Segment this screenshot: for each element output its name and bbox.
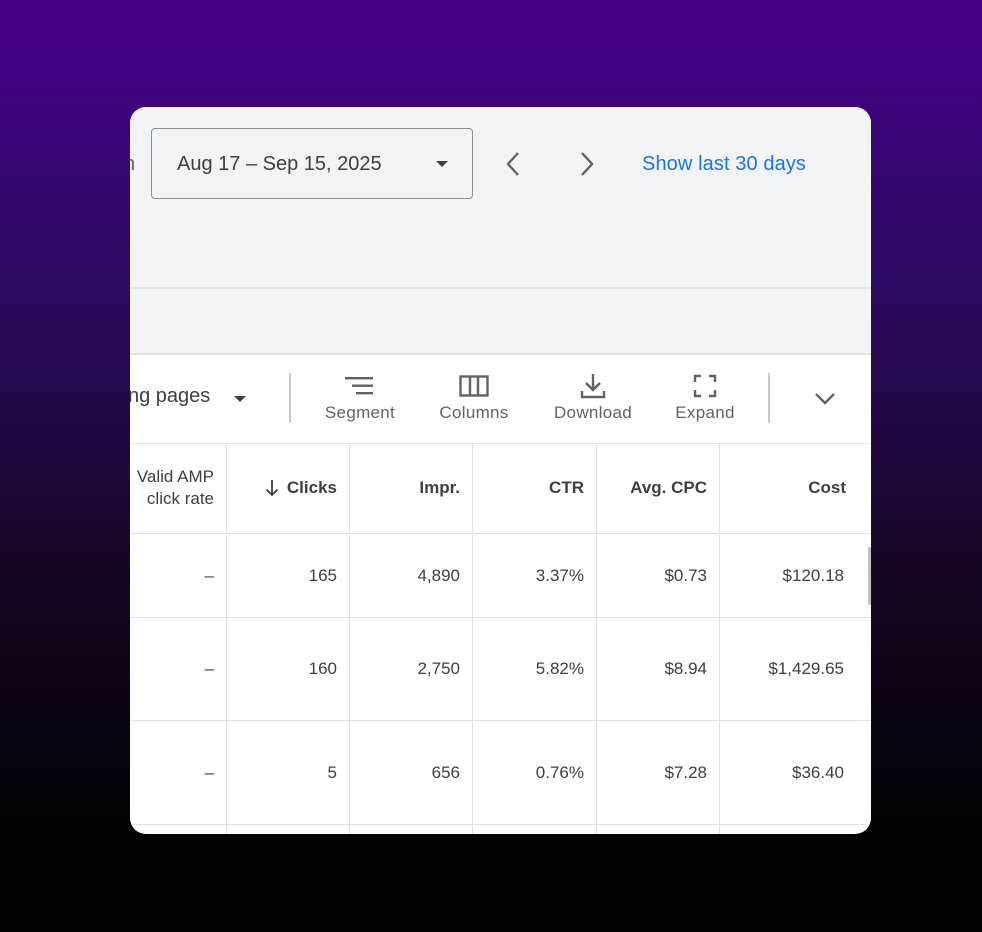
download-icon	[580, 374, 606, 399]
chevron-left-icon	[506, 152, 519, 176]
expand-button[interactable]: Expand	[655, 369, 755, 433]
cell-empty	[473, 825, 597, 834]
col-header-ctr[interactable]: CTR	[473, 443, 597, 533]
download-button[interactable]: Download	[543, 369, 643, 433]
date-range-picker[interactable]: Aug 17 – Sep 15, 2025	[151, 128, 473, 199]
col-header-cost[interactable]: Cost	[720, 443, 871, 533]
date-range-label: Aug 17 – Sep 15, 2025	[177, 153, 382, 175]
cell-cost: $36.40	[792, 762, 844, 782]
cell-impr: 2,750	[350, 618, 473, 720]
cell-amp: –	[130, 535, 227, 617]
more-options-button[interactable]	[810, 384, 840, 414]
vertical-scrollbar[interactable]	[868, 547, 871, 605]
cell-empty	[227, 825, 350, 834]
col-header-avg-cpc[interactable]: Avg. CPC	[597, 443, 720, 533]
segment-label: Segment	[324, 403, 396, 422]
col-header-clicks[interactable]: Clicks	[227, 443, 350, 533]
cell-ctr: 5.82%	[473, 618, 597, 720]
chevron-down-icon	[815, 393, 835, 405]
amp-header-line1: Valid AMP	[136, 467, 214, 486]
cell-cost: $1,429.65	[768, 659, 844, 678]
cell-clicks: 165	[227, 535, 350, 617]
cell-amp: –	[130, 721, 227, 824]
table-header-row: Valid AMP click rate Clicks Impr. CTR Av…	[130, 443, 871, 534]
table-row[interactable]: – 5 656 0.76% $7.28 $36.40	[130, 721, 871, 825]
segment-button[interactable]: Segment	[310, 369, 410, 433]
cell-empty	[597, 825, 720, 834]
table-row-partial	[130, 825, 871, 834]
col-header-valid-amp-click-rate[interactable]: Valid AMP click rate	[130, 443, 227, 533]
cell-impr: 656	[350, 721, 473, 824]
clipped-label: n	[130, 153, 135, 176]
download-label: Download	[553, 403, 632, 422]
cell-avg-cpc: $8.94	[597, 618, 720, 720]
table-row[interactable]: – 165 4,890 3.37% $0.73 $120.18	[130, 535, 871, 618]
cell-empty	[350, 825, 473, 834]
col-header-impr[interactable]: Impr.	[350, 443, 473, 533]
amp-header-line2: click rate	[146, 489, 214, 508]
cell-ctr: 3.37%	[473, 535, 597, 617]
cell-impr: 4,890	[350, 535, 473, 617]
cell-clicks: 5	[227, 721, 350, 824]
cell-ctr: 0.76%	[473, 721, 597, 824]
next-period-button[interactable]	[572, 149, 602, 179]
cell-cost: $120.18	[782, 566, 844, 585]
toolbar-divider	[289, 373, 291, 423]
dropdown-caret-icon	[436, 161, 448, 167]
cell-amp: –	[130, 618, 227, 720]
table-row[interactable]: – 160 2,750 5.82% $8.94 $1,429.65	[130, 618, 871, 721]
view-selector[interactable]: ng pages	[130, 385, 210, 408]
cell-empty	[130, 825, 227, 834]
expand-label: Expand	[675, 403, 735, 422]
prev-period-button[interactable]	[498, 149, 528, 179]
chevron-right-icon	[581, 152, 594, 176]
divider	[130, 287, 871, 289]
view-dropdown-caret-icon[interactable]	[234, 396, 246, 402]
cell-avg-cpc: $0.73	[597, 535, 720, 617]
toolbar-divider	[768, 373, 770, 423]
columns-icon	[459, 375, 489, 397]
segment-icon	[345, 377, 373, 395]
clicks-header-label: Clicks	[286, 478, 337, 497]
report-card: n Aug 17 – Sep 15, 2025 Show last 30 day…	[130, 107, 871, 834]
columns-label: Columns	[439, 403, 509, 422]
cell-avg-cpc: $7.28	[597, 721, 720, 824]
expand-icon	[693, 374, 717, 398]
show-last-30-days-link[interactable]: Show last 30 days	[642, 153, 806, 176]
cell-clicks: 160	[227, 618, 350, 720]
table-toolbar: ng pages Segment Columns Download Expand	[130, 355, 871, 444]
date-toolbar: n Aug 17 – Sep 15, 2025 Show last 30 day…	[130, 107, 871, 355]
columns-button[interactable]: Columns	[424, 369, 524, 433]
sort-descending-icon	[265, 479, 279, 497]
